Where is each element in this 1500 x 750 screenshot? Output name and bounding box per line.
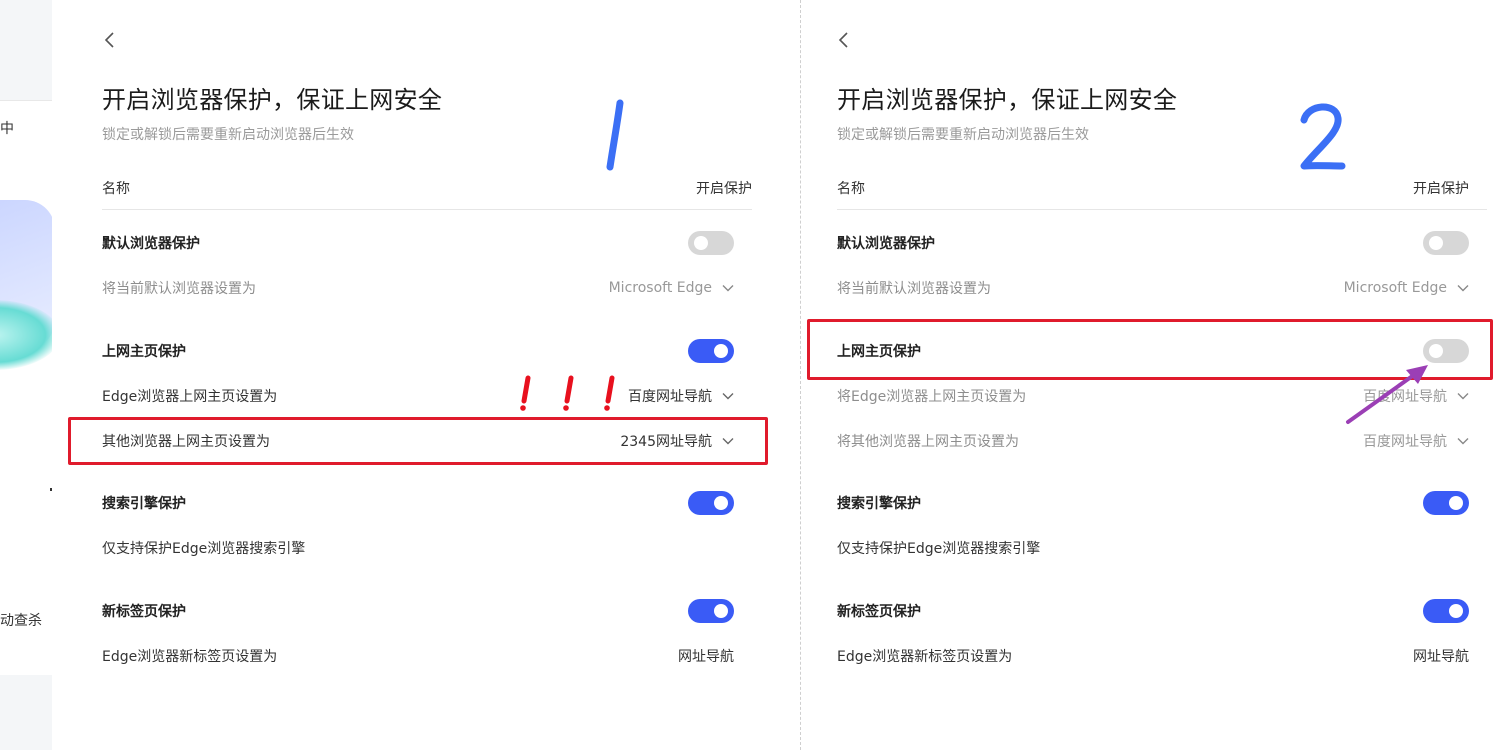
row-label: Edge浏览器新标签页设置为 — [837, 649, 1013, 665]
annotation-number-1 — [606, 99, 624, 171]
new-tab-value: 网址导航 — [678, 649, 734, 665]
select-value: 百度网址导航 — [628, 389, 712, 405]
row-label: 新标签页保护 — [102, 604, 186, 620]
row-homepage-protection: 上网主页保护 — [102, 336, 734, 366]
header-divider — [837, 209, 1487, 210]
row-label: 将其他浏览器上网主页设置为 — [837, 434, 1019, 450]
row-label: 默认浏览器保护 — [837, 236, 935, 252]
select-value: Microsoft Edge — [608, 280, 712, 296]
row-new-tab-protection: 新标签页保护 — [102, 596, 734, 626]
toggle-default-browser-protection[interactable] — [688, 231, 734, 255]
row-label: 将Edge浏览器上网主页设置为 — [837, 389, 1027, 405]
row-new-tab-protection: 新标签页保护 — [837, 596, 1469, 626]
select-value: Microsoft Edge — [1343, 280, 1447, 296]
row-search-engine-note: 仅支持保护Edge浏览器搜索引擎 — [102, 533, 734, 563]
row-label: 默认浏览器保护 — [102, 236, 200, 252]
row-label: Edge浏览器新标签页设置为 — [102, 649, 278, 665]
chevron-down-icon — [1457, 393, 1469, 400]
new-tab-value: 网址导航 — [1413, 649, 1469, 665]
settings-panel-before: 开启浏览器保护，保证上网安全 锁定或解锁后需要重新启动浏览器后生效 名称 开启保… — [52, 0, 800, 750]
row-label: 搜索引擎保护 — [102, 496, 186, 512]
row-label: 上网主页保护 — [102, 344, 186, 360]
other-homepage-select[interactable]: 百度网址导航 — [1363, 431, 1469, 451]
row-label: 仅支持保护Edge浏览器搜索引擎 — [102, 541, 306, 557]
row-default-browser-protection: 默认浏览器保护 — [102, 228, 734, 258]
page-title: 开启浏览器保护，保证上网安全 — [837, 86, 1178, 114]
row-edge-new-tab: Edge浏览器新标签页设置为 网址导航 — [837, 641, 1469, 671]
row-edge-new-tab: Edge浏览器新标签页设置为 网址导航 — [102, 641, 734, 671]
page-subtitle: 锁定或解锁后需要重新启动浏览器后生效 — [837, 127, 1089, 143]
row-label: 仅支持保护Edge浏览器搜索引擎 — [837, 541, 1041, 557]
row-set-default-browser: 将当前默认浏览器设置为 Microsoft Edge — [102, 273, 734, 303]
back-chevron-icon[interactable] — [102, 30, 116, 50]
row-label: Edge浏览器上网主页设置为 — [102, 389, 278, 405]
row-search-engine-note: 仅支持保护Edge浏览器搜索引擎 — [837, 533, 1469, 563]
background-card — [0, 100, 60, 675]
default-browser-select[interactable]: Microsoft Edge — [1344, 280, 1469, 296]
chevron-down-icon — [1457, 438, 1469, 445]
annotation-arrow-icon — [1346, 365, 1428, 424]
annotation-exclamation-marks — [520, 375, 615, 411]
background-text-top: 中 — [0, 121, 14, 137]
column-header-name: 名称 — [837, 181, 865, 197]
row-label: 新标签页保护 — [837, 604, 921, 620]
row-other-browser-homepage: 将其他浏览器上网主页设置为 百度网址导航 — [837, 426, 1469, 456]
row-search-engine-protection: 搜索引擎保护 — [102, 488, 734, 518]
chevron-down-icon — [722, 393, 734, 400]
row-label: 将当前默认浏览器设置为 — [837, 281, 991, 297]
edge-homepage-select[interactable]: 百度网址导航 — [628, 386, 734, 406]
toggle-default-browser-protection[interactable] — [1423, 231, 1469, 255]
toggle-search-engine-protection[interactable] — [1423, 491, 1469, 515]
page-subtitle: 锁定或解锁后需要重新启动浏览器后生效 — [102, 127, 354, 143]
column-header-state: 开启保护 — [696, 181, 752, 197]
column-header-name: 名称 — [102, 181, 130, 197]
select-value: 百度网址导航 — [1363, 434, 1447, 450]
background-text-bottom: 动查杀 — [0, 613, 42, 629]
annotation-number-2 — [1300, 103, 1346, 170]
row-edge-homepage: Edge浏览器上网主页设置为 百度网址导航 — [102, 381, 734, 411]
row-label: 将当前默认浏览器设置为 — [102, 281, 256, 297]
highlight-box — [68, 417, 768, 465]
settings-panel-after: 开启浏览器保护，保证上网安全 锁定或解锁后需要重新启动浏览器后生效 名称 开启保… — [802, 0, 1500, 750]
chevron-down-icon — [1457, 285, 1469, 292]
row-label: 搜索引擎保护 — [837, 496, 921, 512]
column-header-state: 开启保护 — [1413, 181, 1469, 197]
toggle-new-tab-protection[interactable] — [1423, 599, 1469, 623]
toggle-search-engine-protection[interactable] — [688, 491, 734, 515]
header-divider — [102, 209, 752, 210]
toggle-new-tab-protection[interactable] — [688, 599, 734, 623]
row-search-engine-protection: 搜索引擎保护 — [837, 488, 1469, 518]
background-window: 中 动查杀 — [0, 0, 60, 750]
chevron-down-icon — [722, 285, 734, 292]
page-title: 开启浏览器保护，保证上网安全 — [102, 86, 443, 114]
back-chevron-icon[interactable] — [836, 30, 850, 50]
default-browser-select[interactable]: Microsoft Edge — [609, 280, 734, 296]
toggle-homepage-protection[interactable] — [688, 339, 734, 363]
row-set-default-browser: 将当前默认浏览器设置为 Microsoft Edge — [837, 273, 1469, 303]
row-default-browser-protection: 默认浏览器保护 — [837, 228, 1469, 258]
